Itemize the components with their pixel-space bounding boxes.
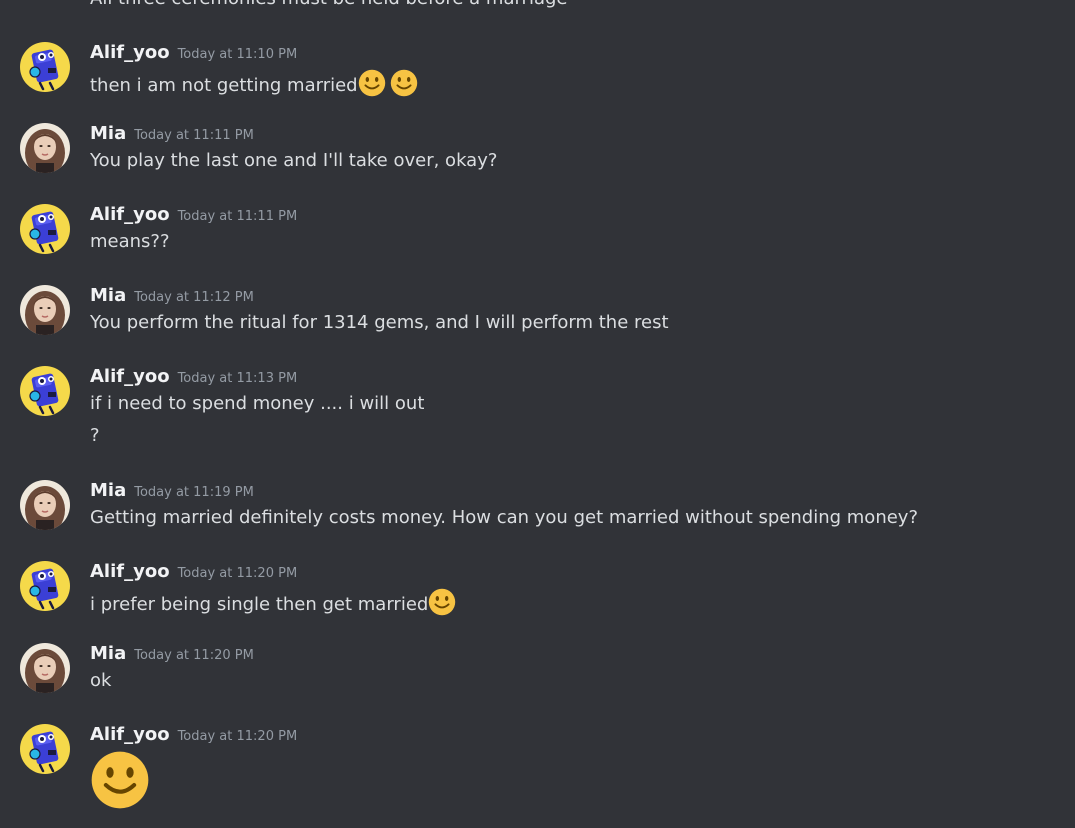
message-header: Mia Today at 11:19 PM — [90, 480, 254, 504]
avatar[interactable] — [20, 42, 70, 92]
avatar[interactable] — [20, 480, 70, 530]
avatar-image — [20, 123, 70, 173]
partial-message-text: All three ceremonies must be held before… — [90, 0, 568, 9]
message-header: Alif_yoo Today at 11:11 PM — [90, 204, 297, 228]
message-header: Alif_yoo Today at 11:10 PM — [90, 42, 297, 66]
message-text: You perform the ritual for 1314 gems, an… — [90, 312, 669, 333]
username[interactable]: Alif_yoo — [90, 204, 170, 225]
message-text-content: i prefer being single then get married — [90, 594, 429, 615]
username[interactable]: Alif_yoo — [90, 366, 170, 387]
slightly-smiling-face-jumbo-emoji-icon[interactable] — [90, 750, 150, 810]
message-header: Alif_yoo Today at 11:20 PM — [90, 561, 297, 585]
slightly-smiling-face-emoji-icon[interactable] — [428, 588, 456, 616]
timestamp[interactable]: Today at 11:19 PM — [134, 485, 254, 500]
message-text: i prefer being single then get married — [90, 588, 456, 616]
message-text: Getting married definitely costs money. … — [90, 507, 919, 528]
message-header: Alif_yoo Today at 11:20 PM — [90, 724, 297, 748]
message-header: Mia Today at 11:20 PM — [90, 643, 254, 667]
avatar-image — [20, 204, 70, 254]
timestamp[interactable]: Today at 11:13 PM — [178, 371, 298, 386]
avatar[interactable] — [20, 285, 70, 335]
timestamp[interactable]: Today at 11:20 PM — [178, 729, 298, 744]
avatar-image — [20, 480, 70, 530]
timestamp[interactable]: Today at 11:11 PM — [134, 128, 254, 143]
avatar-image — [20, 561, 70, 611]
slightly-smiling-face-emoji-icon[interactable] — [390, 69, 418, 97]
timestamp[interactable]: Today at 11:10 PM — [178, 47, 298, 62]
message-header: Alif_yoo Today at 11:13 PM — [90, 366, 297, 390]
avatar-image — [20, 724, 70, 774]
timestamp[interactable]: Today at 11:12 PM — [134, 290, 254, 305]
chat-messages: All three ceremonies must be held before… — [0, 0, 1075, 828]
avatar-image — [20, 42, 70, 92]
timestamp[interactable]: Today at 11:20 PM — [134, 648, 254, 663]
username[interactable]: Alif_yoo — [90, 42, 170, 63]
avatar-image — [20, 643, 70, 693]
message-text: You play the last one and I'll take over… — [90, 150, 498, 171]
message-header: Mia Today at 11:11 PM — [90, 123, 254, 147]
message-text: then i am not getting married — [90, 69, 418, 97]
avatar-image — [20, 366, 70, 416]
message-text: means?? — [90, 231, 170, 252]
username[interactable]: Mia — [90, 285, 126, 306]
username[interactable]: Mia — [90, 643, 126, 664]
username[interactable]: Alif_yoo — [90, 724, 170, 745]
timestamp[interactable]: Today at 11:11 PM — [178, 209, 298, 224]
message-text: ok — [90, 670, 112, 691]
avatar[interactable] — [20, 724, 70, 774]
avatar[interactable] — [20, 561, 70, 611]
username[interactable]: Mia — [90, 480, 126, 501]
avatar[interactable] — [20, 204, 70, 254]
timestamp[interactable]: Today at 11:20 PM — [178, 566, 298, 581]
avatar[interactable] — [20, 366, 70, 416]
message-text: ? — [90, 425, 100, 446]
avatar[interactable] — [20, 123, 70, 173]
message-header: Mia Today at 11:12 PM — [90, 285, 254, 309]
avatar-image — [20, 285, 70, 335]
username[interactable]: Mia — [90, 123, 126, 144]
slightly-smiling-face-emoji-icon[interactable] — [358, 69, 386, 97]
message-text: if i need to spend money .... i will out — [90, 393, 425, 414]
avatar[interactable] — [20, 643, 70, 693]
message-text-content: then i am not getting married — [90, 75, 358, 96]
username[interactable]: Alif_yoo — [90, 561, 170, 582]
